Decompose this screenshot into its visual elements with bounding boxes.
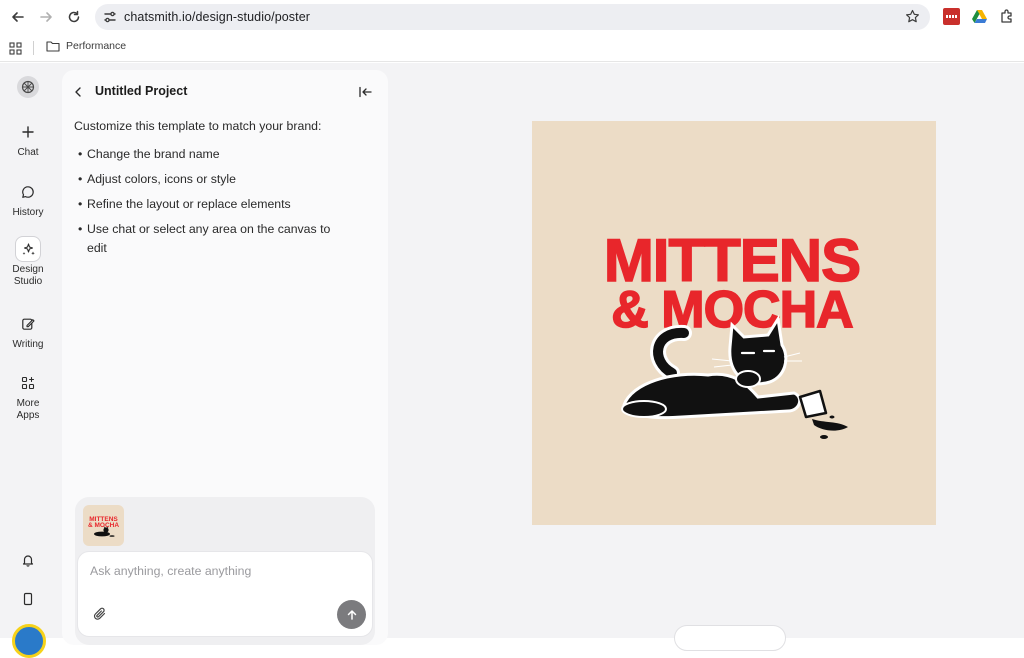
mobile-app-button[interactable]	[17, 588, 39, 610]
rail-item-more-apps[interactable]: More Apps	[0, 370, 56, 422]
back-button[interactable]	[8, 7, 28, 27]
tip-item: Adjust colors, icons or style	[78, 170, 350, 189]
send-button[interactable]	[337, 600, 366, 629]
rail-item-writing[interactable]: Writing	[0, 311, 56, 351]
rail-label: History	[12, 207, 44, 218]
plus-icon	[15, 119, 41, 145]
arrow-up-icon	[347, 609, 356, 620]
composer: MITTENS & MOCHA	[75, 497, 375, 645]
bookmarks-divider	[33, 41, 34, 55]
bookmark-performance[interactable]: Performance	[46, 40, 126, 52]
rail-item-history[interactable]: History	[0, 179, 56, 219]
star-icon[interactable]	[905, 9, 920, 29]
tips-list: Change the brand name Adjust colors, ico…	[78, 145, 350, 264]
rail-item-chat[interactable]: Chat	[0, 119, 56, 159]
sparkle-icon	[15, 236, 41, 262]
rail-label: More Apps	[16, 398, 40, 421]
bookmarks-bar: Performance	[0, 34, 1024, 62]
rail-label: Chat	[17, 147, 39, 158]
phone-icon	[23, 592, 33, 606]
poster-artwork[interactable]: MITTENS & MOCHA	[532, 121, 936, 525]
reload-icon	[68, 10, 80, 23]
rail-item-design-studio[interactable]: Design Studio	[0, 236, 56, 288]
intro-text: Customize this template to match your br…	[74, 119, 322, 133]
prompt-input[interactable]	[90, 564, 350, 578]
url-text[interactable]: chatsmith.io/design-studio/poster	[124, 10, 310, 24]
project-panel: Untitled Project Customize this template…	[62, 70, 388, 645]
rail-label: Design Studio	[12, 264, 44, 287]
bell-icon	[22, 555, 34, 567]
password-extension-icon[interactable]	[943, 8, 960, 25]
back-chevron-icon[interactable]	[73, 85, 83, 103]
browser-toolbar: chatsmith.io/design-studio/poster	[0, 0, 1024, 34]
bookmark-label: Performance	[66, 40, 127, 52]
forward-button[interactable]	[36, 7, 56, 27]
prompt-box	[77, 551, 373, 637]
app-logo[interactable]	[17, 76, 39, 98]
folder-icon	[46, 41, 60, 52]
apps-grid-icon	[15, 370, 41, 396]
reload-button[interactable]	[64, 7, 84, 27]
app-window: Chat History Design Studio Writing More	[0, 63, 1024, 658]
avatar[interactable]	[12, 624, 46, 658]
arrow-right-icon	[40, 12, 52, 22]
project-title[interactable]: Untitled Project	[95, 84, 187, 98]
design-canvas[interactable]: MITTENS & MOCHA	[388, 63, 1024, 651]
address-bar[interactable]: chatsmith.io/design-studio/poster	[95, 4, 930, 30]
extensions-icon[interactable]	[999, 8, 1016, 25]
edit-icon	[15, 311, 41, 337]
arrow-left-icon	[12, 12, 24, 22]
site-settings-icon[interactable]	[103, 10, 117, 29]
drive-extension-icon[interactable]	[971, 8, 988, 25]
left-rail: Chat History Design Studio Writing More	[0, 63, 56, 658]
tip-item: Change the brand name	[78, 145, 350, 164]
thumb-line2: & MOCHA	[88, 522, 119, 529]
rail-label: Writing	[12, 339, 44, 350]
collapse-panel-icon[interactable]	[358, 85, 372, 103]
logo-icon	[21, 80, 35, 94]
canvas-toolbar[interactable]	[674, 625, 786, 651]
tip-item: Refine the layout or replace elements	[78, 195, 350, 214]
chat-bubble-icon	[15, 179, 41, 205]
paperclip-icon[interactable]	[93, 607, 107, 626]
tip-item: Use chat or select any area on the canva…	[78, 220, 350, 258]
apps-shortcut-icon[interactable]	[9, 42, 22, 60]
poster-thumbnail[interactable]: MITTENS & MOCHA	[83, 505, 124, 546]
notifications-button[interactable]	[17, 549, 39, 571]
